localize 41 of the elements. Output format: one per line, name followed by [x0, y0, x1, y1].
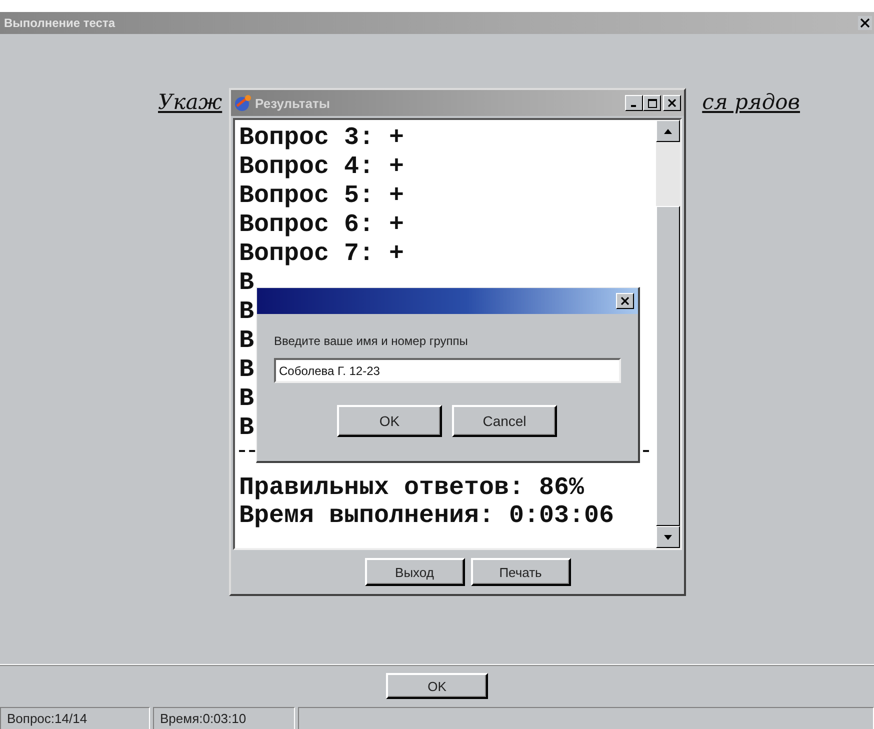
- minimize-button[interactable]: [625, 95, 643, 111]
- globe-icon: [234, 94, 252, 112]
- close-button[interactable]: [663, 95, 681, 111]
- summary-line: Время выполнения: 0:03:06: [239, 502, 614, 530]
- window-title: Результаты: [255, 96, 331, 110]
- result-line: Вопрос 3: +: [239, 123, 404, 152]
- result-line: Вопрос 5: +: [239, 181, 404, 210]
- ok-button[interactable]: OK: [386, 673, 488, 699]
- close-button[interactable]: [616, 293, 634, 309]
- maximize-icon: [648, 98, 656, 108]
- close-icon[interactable]: [858, 16, 872, 30]
- scroll-thumb[interactable]: [656, 206, 680, 526]
- result-line: В: [239, 355, 254, 384]
- summary-line: Правильных ответов: 86%: [239, 474, 584, 502]
- result-line: В: [239, 268, 254, 297]
- down-arrow-icon: [664, 534, 672, 540]
- dialog-button[interactable]: OK: [337, 405, 442, 437]
- status-text: Вопрос:14/14: [0, 707, 150, 729]
- result-line: В: [239, 297, 254, 326]
- window-title: Выполнение теста: [4, 16, 115, 30]
- result-line: Вопрос 6: +: [239, 210, 404, 239]
- result-line: В: [239, 384, 254, 413]
- close-icon: [621, 297, 629, 305]
- dialog-button[interactable]: Выход: [364, 558, 464, 586]
- result-line: В: [239, 413, 254, 442]
- scroll-up-button[interactable]: [656, 120, 680, 142]
- question-text: ся рядов: [702, 90, 800, 114]
- status-text: Время:0:03:10: [153, 707, 295, 729]
- prompt-label: Введите ваше имя и номер группы: [274, 334, 469, 348]
- maximize-button[interactable]: [643, 95, 661, 111]
- input-field[interactable]: Соболева Г. 12-23: [274, 358, 621, 383]
- dialog-button[interactable]: Печать: [470, 558, 570, 586]
- result-line: Вопрос 7: +: [239, 239, 404, 268]
- dialog-button[interactable]: Cancel: [452, 405, 557, 437]
- close-icon: [668, 99, 676, 107]
- up-arrow-icon: [664, 128, 672, 134]
- scrollbar[interactable]: [656, 120, 680, 548]
- question-text: Укаж: [158, 90, 222, 114]
- result-line: В: [239, 326, 254, 355]
- result-line: Вопрос 4: +: [239, 152, 404, 181]
- scroll-down-button[interactable]: [656, 526, 680, 548]
